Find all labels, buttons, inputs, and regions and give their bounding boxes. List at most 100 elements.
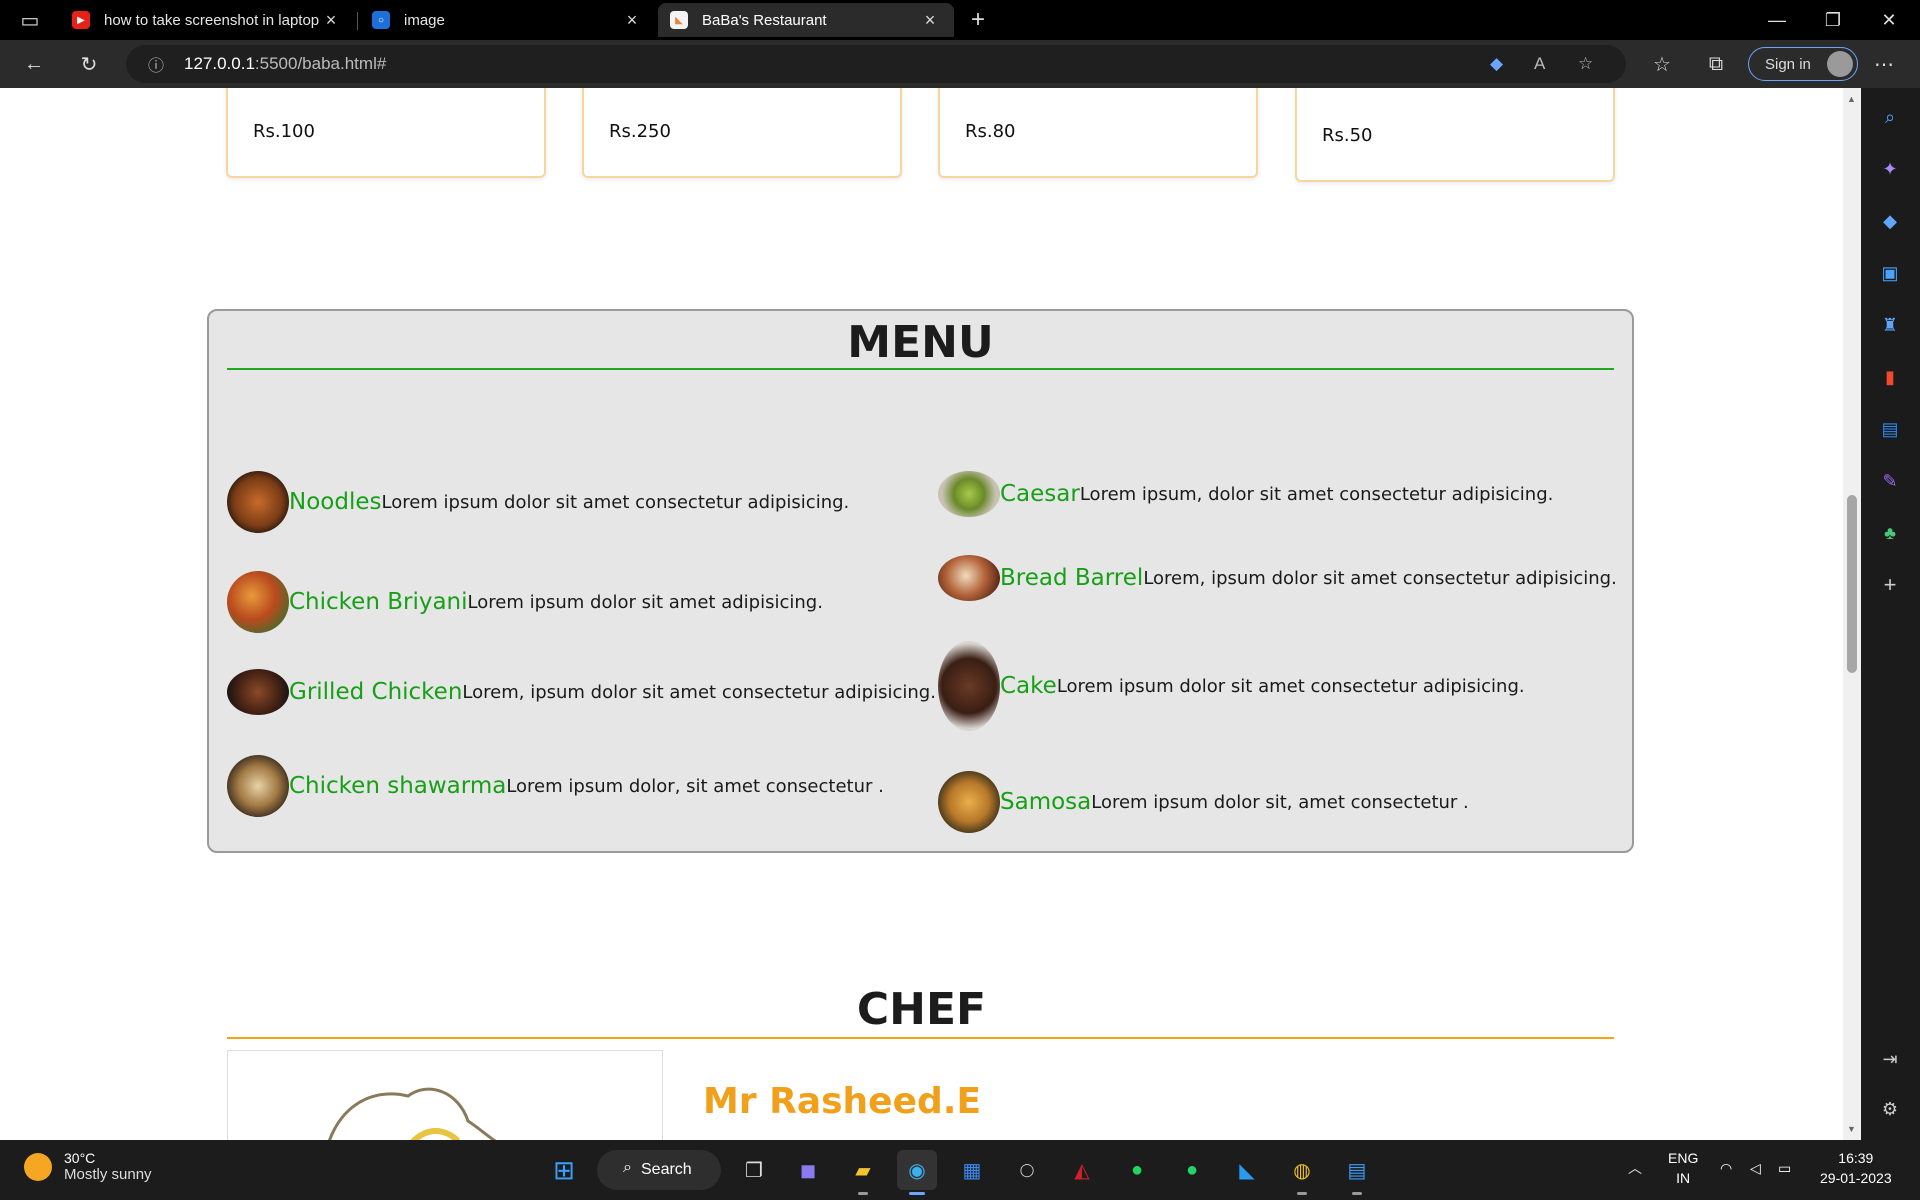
sign-in-button[interactable]: Sign in [1748, 47, 1858, 81]
back-icon[interactable]: ← [16, 46, 52, 82]
language-indicator[interactable]: ENG IN [1668, 1148, 1698, 1188]
tools-icon[interactable]: ▣ [1875, 258, 1905, 288]
minimize-icon[interactable]: — [1750, 0, 1804, 40]
whatsapp-icon[interactable]: ● [1172, 1150, 1212, 1190]
chrome-icon[interactable]: ◍ [1282, 1150, 1322, 1195]
menu-item: Bread Barrel Lorem, ipsum dolor sit amet… [938, 555, 1617, 601]
vscode-icon[interactable]: ◣ [1227, 1150, 1267, 1190]
collections-icon[interactable]: ⧉ [1698, 46, 1734, 82]
menu-item-desc: Lorem ipsum dolor sit amet adipisicing. [467, 591, 823, 613]
favorites-icon[interactable]: ☆ [1644, 46, 1680, 82]
clock[interactable]: 16:39 29-01-2023 [1820, 1148, 1892, 1188]
weather-text: Mostly sunny [64, 1166, 152, 1183]
store-icon[interactable]: ▦ [952, 1150, 992, 1190]
close-tab-icon[interactable]: × [319, 10, 343, 31]
settings-icon[interactable]: ⚙ [1875, 1094, 1905, 1124]
taskbar-search[interactable]: ⌕ Search [597, 1150, 721, 1190]
more-menu-icon[interactable]: ⋯ [1866, 46, 1902, 82]
games-icon[interactable]: ♜ [1875, 310, 1905, 340]
edge-icon[interactable]: ◉ [897, 1150, 937, 1195]
battery-icon[interactable]: ▭ [1778, 1158, 1791, 1178]
close-window-icon[interactable]: ✕ [1862, 0, 1916, 40]
weather-widget[interactable]: 30°C Mostly sunny [24, 1150, 152, 1183]
price-value: Rs.50 [1322, 125, 1373, 146]
site-icon: ○ [372, 11, 390, 29]
tab-babas-restaurant[interactable]: ◣ BaBa's Restaurant × [658, 3, 954, 37]
menu-divider [227, 368, 1614, 370]
add-icon[interactable]: + [1875, 570, 1905, 600]
menu-item-desc: Lorem ipsum dolor sit, amet consectetur … [1091, 791, 1469, 813]
menu-item-desc: Lorem ipsum dolor, sit amet consectetur … [506, 775, 884, 797]
task-view-icon[interactable]: ❐ [734, 1150, 774, 1190]
designer-icon[interactable]: ✎ [1875, 466, 1905, 496]
menu-item: Samosa Lorem ipsum dolor sit, amet conse… [938, 771, 1469, 833]
refresh-icon[interactable]: ↻ [71, 46, 107, 82]
mcafee-icon[interactable]: ◭ [1062, 1150, 1102, 1190]
scrollbar-thumb[interactable] [1847, 495, 1857, 673]
language-code: ENG [1668, 1150, 1699, 1166]
clock-time: 16:39 [1838, 1150, 1874, 1166]
start-icon[interactable]: ⊞ [544, 1150, 584, 1190]
volume-icon[interactable]: ◁ [1750, 1158, 1761, 1178]
tab-title: image [404, 11, 445, 29]
region-code: IN [1676, 1170, 1691, 1186]
chef-name: Mr Rasheed.E [703, 1081, 982, 1122]
chef-photo [227, 1050, 663, 1140]
samosa-image [938, 771, 1000, 833]
cake-image [938, 641, 1000, 731]
read-aloud-icon[interactable]: A [1534, 54, 1545, 74]
file-explorer-icon[interactable]: ▰ [843, 1150, 883, 1195]
menu-title: MENU [847, 317, 994, 368]
spotify-icon[interactable]: ● [1117, 1150, 1157, 1190]
chat-icon[interactable]: ◼ [788, 1150, 828, 1190]
add-favorite-icon[interactable]: ☆ [1578, 54, 1593, 74]
page-scrollbar[interactable]: ▲ ▼ [1843, 88, 1861, 1140]
menu-item-name: Chicken shawarma [289, 773, 507, 799]
bread-barrel-image [938, 555, 1000, 601]
menu-item-desc: Lorem ipsum dolor sit amet consectetur a… [381, 491, 850, 513]
menu-item-name: Samosa [1000, 789, 1092, 815]
clock-date: 29-01-2023 [1820, 1170, 1892, 1186]
menu-item: Noodles Lorem ipsum dolor sit amet conse… [227, 471, 849, 533]
menu-item-name: Caesar [1000, 481, 1080, 507]
browser-toolbar: ← ↻ ⓘ 127.0.0.1 :5500/baba.html# ◆ A ☆ ☆… [0, 40, 1920, 88]
tab-actions-icon[interactable]: ▭ [12, 2, 48, 38]
close-tab-icon[interactable]: × [918, 10, 942, 31]
tab-bar: ▭ ▶ how to take screenshot in laptop × ○… [0, 0, 1920, 40]
shopping-icon[interactable]: ◆ [1875, 206, 1905, 236]
search-icon[interactable]: ⌕ [1875, 102, 1905, 132]
menu-item: Chicken shawarma Lorem ipsum dolor, sit … [227, 755, 884, 817]
new-tab-button[interactable]: + [960, 2, 996, 38]
menu-item-desc: Lorem ipsum, dolor sit amet consectetur … [1079, 483, 1554, 505]
restore-icon[interactable]: ❐ [1806, 0, 1860, 40]
hide-sidebar-icon[interactable]: ⇥ [1875, 1044, 1905, 1074]
chef-divider [227, 1037, 1614, 1039]
taskbar: 30°C Mostly sunny ⊞ ⌕ Search ❐ ◼ ▰ ◉ ▦ ◯… [0, 1140, 1920, 1200]
site-info-icon[interactable]: ⓘ [148, 52, 164, 76]
noodles-image [227, 471, 289, 533]
menu-item-name: Cake [1000, 673, 1057, 699]
menu-item-desc: Lorem, ipsum dolor sit amet consectetur … [462, 681, 936, 703]
tab-youtube[interactable]: ▶ how to take screenshot in laptop × [60, 3, 355, 37]
price-value: Rs.80 [965, 121, 1016, 142]
show-hidden-icons[interactable]: ︿ [1628, 1158, 1642, 1178]
office-icon[interactable]: ▮ [1875, 362, 1905, 392]
price-card: Rs.100 [226, 88, 546, 178]
tab-image[interactable]: ○ image × [360, 3, 656, 37]
menu-item-desc: Lorem ipsum dolor sit amet consectetur a… [1056, 675, 1525, 697]
notepad-icon[interactable]: ▤ [1337, 1150, 1377, 1195]
dell-icon[interactable]: ◯ [1007, 1150, 1047, 1190]
copilot-icon[interactable]: ✦ [1875, 154, 1905, 184]
page-icon: ◣ [670, 11, 688, 29]
close-tab-icon[interactable]: × [620, 10, 644, 31]
page-viewport: Rs.100 Rs.250 Rs.80 ★★★★★ Rs.50 MENU Noo… [0, 88, 1843, 1140]
scroll-down-icon[interactable]: ▼ [1847, 1124, 1856, 1134]
address-bar[interactable]: ⓘ 127.0.0.1 :5500/baba.html# ◆ A ☆ [126, 45, 1626, 83]
coupon-icon[interactable]: ◆ [1490, 54, 1503, 74]
outlook-icon[interactable]: ▤ [1875, 414, 1905, 444]
menu-item-name: Chicken Briyani [289, 589, 468, 615]
drop-icon[interactable]: ♣ [1875, 518, 1905, 548]
wifi-icon[interactable]: ◠ [1720, 1158, 1732, 1178]
scroll-up-icon[interactable]: ▲ [1847, 94, 1856, 104]
price-card: ★★★★★ Rs.50 [1295, 88, 1615, 182]
